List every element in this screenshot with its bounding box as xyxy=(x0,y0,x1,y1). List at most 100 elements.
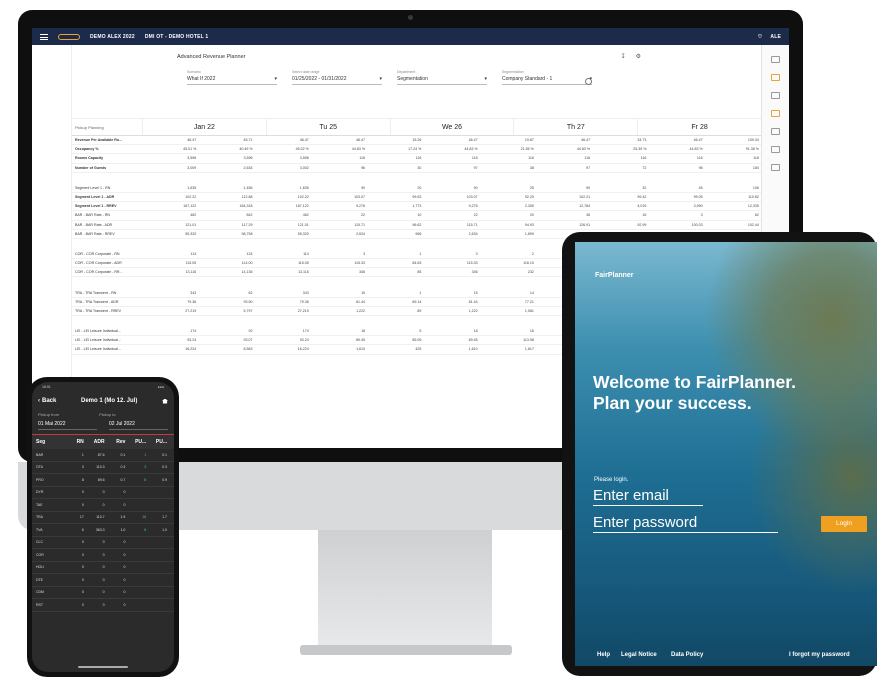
table-cell[interactable]: 79.36 xyxy=(255,300,311,304)
table-cell[interactable]: 89.45 xyxy=(311,338,367,342)
table-cell[interactable]: 1,635 xyxy=(255,186,311,190)
table-cell[interactable]: 462 xyxy=(142,213,198,217)
table-cell[interactable]: 92 xyxy=(198,329,254,333)
table-cell[interactable]: 116 xyxy=(423,156,479,160)
table-cell[interactable]: 90 xyxy=(311,186,367,190)
table-cell[interactable]: 1,081 xyxy=(480,309,536,313)
table-cell[interactable]: 126.91 xyxy=(536,223,592,227)
table-icon[interactable] xyxy=(771,146,780,153)
table-cell[interactable]: 116 xyxy=(648,156,704,160)
table-cell[interactable]: 62 xyxy=(705,213,761,217)
table-cell[interactable]: 1,817 xyxy=(480,347,536,351)
table-cell[interactable]: 110.82 xyxy=(705,195,761,199)
table-cell[interactable]: 3,009 xyxy=(142,166,198,170)
pickup-from-field[interactable]: 01 Mai 2022 xyxy=(38,421,97,430)
login-button[interactable]: Login xyxy=(821,516,867,532)
filter-3[interactable]: Segmentation Company Standard - 1 ▾ xyxy=(502,70,592,85)
table-cell[interactable]: 62 xyxy=(198,291,254,295)
info-icon[interactable] xyxy=(585,78,592,85)
table-cell[interactable]: 20 xyxy=(480,213,536,217)
filter-0[interactable]: Scenario What If 2022 ▾ xyxy=(187,70,277,85)
filter-icon[interactable] xyxy=(771,128,780,135)
table-cell[interactable]: 100.03 xyxy=(648,223,704,227)
filter-2[interactable]: Department Segmentation ▾ xyxy=(397,70,487,85)
table-cell[interactable]: 103.07 xyxy=(423,195,479,199)
table-cell[interactable]: 85 xyxy=(367,270,423,274)
table-cell[interactable]: 17.24 % xyxy=(367,147,423,151)
table-cell[interactable]: 2,634 xyxy=(311,232,367,236)
table-cell[interactable]: 44.83 % xyxy=(536,147,592,151)
help-link[interactable]: Help xyxy=(597,652,610,658)
table-cell[interactable]: 12,784 xyxy=(536,204,592,208)
table-cell[interactable]: 15.26 xyxy=(367,138,423,142)
table-cell[interactable]: 1 xyxy=(367,252,423,256)
table-cell[interactable]: 462 xyxy=(255,213,311,217)
table-cell[interactable]: 102.22 xyxy=(142,195,198,199)
table-cell[interactable]: 3,002 xyxy=(255,166,311,170)
back-button[interactable]: ‹ Back xyxy=(38,398,56,404)
bell-icon[interactable]: ♡ xyxy=(758,34,763,40)
table-cell[interactable]: 93.24 xyxy=(142,338,198,342)
table-cell[interactable]: 46.47 xyxy=(536,138,592,142)
table-cell[interactable]: 18 xyxy=(311,329,367,333)
table-cell[interactable]: 14,136 xyxy=(198,270,254,274)
table-cell[interactable]: 425 xyxy=(367,347,423,351)
table-cell[interactable]: 44.83 % xyxy=(423,147,479,151)
table-cell[interactable]: 3 xyxy=(423,252,479,256)
column-header[interactable]: PU... xyxy=(149,439,170,445)
table-cell[interactable]: 19.87 xyxy=(480,138,536,142)
table-cell[interactable]: 167,122 xyxy=(255,204,311,208)
table-cell[interactable]: 2,305 xyxy=(480,204,536,208)
table-cell[interactable]: 13,116 xyxy=(142,270,198,274)
table-cell[interactable]: 89.45 xyxy=(423,338,479,342)
table-cell[interactable]: 9,276 xyxy=(311,204,367,208)
table-cell[interactable]: 346 xyxy=(311,270,367,274)
table-cell[interactable]: 115.71 xyxy=(311,223,367,227)
list-item[interactable]: DTE 0 0 0 xyxy=(32,574,174,587)
table-cell[interactable]: 114 xyxy=(142,252,198,256)
data-policy-link[interactable]: Data Policy xyxy=(671,652,703,658)
table-cell[interactable]: 25.35 % xyxy=(592,147,648,151)
table-cell[interactable]: 14 xyxy=(480,291,536,295)
table-cell[interactable]: 1,456 xyxy=(198,186,254,190)
column-header[interactable]: Seg xyxy=(36,439,66,445)
table-cell[interactable]: 99.63 xyxy=(367,195,423,199)
table-cell[interactable]: 1 xyxy=(367,291,423,295)
table-cell[interactable]: 15 xyxy=(311,291,367,295)
table-cell[interactable]: 8,563 xyxy=(198,347,254,351)
table-cell[interactable]: 114.00 xyxy=(198,261,254,265)
table-cell[interactable]: 27,219 xyxy=(142,309,198,313)
forgot-password-link[interactable]: I forgot my password xyxy=(789,652,850,658)
table-cell[interactable]: 55,320 xyxy=(142,232,198,236)
table-cell[interactable]: 124 xyxy=(198,252,254,256)
column-header[interactable]: PU... xyxy=(128,439,149,445)
download-icon[interactable]: ↧ xyxy=(621,53,626,60)
table-cell[interactable]: 842 xyxy=(198,213,254,217)
table-cell[interactable]: 21.55 % xyxy=(480,147,536,151)
table-cell[interactable]: 38 xyxy=(480,166,536,170)
table-cell[interactable]: 44.83 % xyxy=(311,147,367,151)
table-cell[interactable]: 115.33 xyxy=(423,261,479,265)
table-cell[interactable]: 91.38 % xyxy=(705,147,761,151)
table-cell[interactable]: 116 xyxy=(705,156,761,160)
table-cell[interactable]: 1,610 xyxy=(311,347,367,351)
table-cell[interactable]: 20 xyxy=(367,186,423,190)
table-cell[interactable]: 90 xyxy=(423,186,479,190)
table-cell[interactable]: 10 xyxy=(367,213,423,217)
table-cell[interactable]: 114 xyxy=(255,252,311,256)
table-cell[interactable]: 99.42 xyxy=(592,195,648,199)
table-cell[interactable]: 1,222 xyxy=(423,309,479,313)
gear-icon[interactable]: ⚙ xyxy=(636,53,641,60)
table-cell[interactable]: 15 xyxy=(423,291,479,295)
home-icon[interactable] xyxy=(162,398,168,404)
list-item[interactable]: HOLI 0 0 0 xyxy=(32,562,174,574)
table-cell[interactable]: 99.05 xyxy=(648,195,704,199)
table-cell[interactable]: 116 xyxy=(311,156,367,160)
table-cell[interactable]: 46.47 xyxy=(648,138,704,142)
list-item[interactable]: DYR 0 0 0 xyxy=(32,487,174,499)
table-cell[interactable]: 81.44 xyxy=(311,300,367,304)
menu-icon[interactable] xyxy=(40,33,48,40)
list-item[interactable]: OTA 3 110.3 0.3 3 0.3 xyxy=(32,462,174,474)
planner-icon[interactable] xyxy=(771,74,780,81)
table-cell[interactable]: 1,899 xyxy=(480,232,536,236)
